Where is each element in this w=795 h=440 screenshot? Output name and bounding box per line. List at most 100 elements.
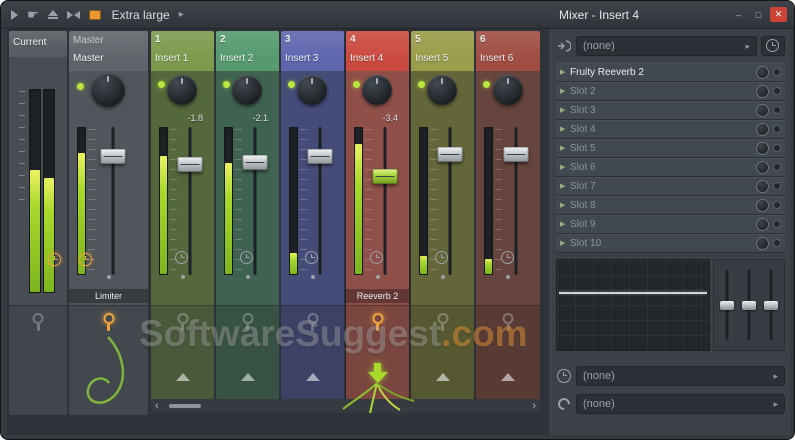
clock-icon[interactable] [305, 251, 318, 264]
fader-handle[interactable] [373, 169, 398, 184]
dock-up-arrow-icon[interactable] [436, 373, 450, 381]
fx-slot-7[interactable]: ▶ Slot 7 [556, 177, 785, 195]
eq-display[interactable] [556, 259, 785, 351]
clock-icon[interactable] [175, 251, 188, 264]
input-source-dropdown[interactable]: (none) ▸ [576, 36, 757, 56]
plugin-label[interactable]: Limiter [69, 289, 148, 303]
mute-led[interactable] [483, 81, 490, 88]
plugin-label[interactable] [476, 289, 540, 303]
slot-enable-led[interactable] [773, 239, 781, 247]
mute-led[interactable] [418, 81, 425, 88]
mixer-strip-insert-6[interactable]: 6 Insert 6 [476, 31, 540, 399]
slot-enable-led[interactable] [773, 125, 781, 133]
minimize-button[interactable]: – [730, 7, 747, 22]
slot-mix-knob[interactable] [756, 161, 769, 174]
mixer-strip-insert-4[interactable]: 4 Insert 4 -3.4 Reeverb 2 [346, 31, 409, 399]
mixer-strip-insert-5[interactable]: 5 Insert 5 [411, 31, 474, 399]
fx-slot-1[interactable]: ▶ Fruity Reeverb 2 [556, 63, 785, 81]
dock-up-arrow-icon[interactable] [241, 373, 255, 381]
dock-up-arrow-icon[interactable] [176, 373, 190, 381]
pan-knob[interactable] [427, 75, 457, 105]
fader-handle[interactable] [308, 149, 333, 164]
slot-mix-knob[interactable] [756, 180, 769, 193]
plug-icon[interactable] [103, 313, 114, 324]
plug-icon[interactable] [307, 313, 318, 324]
close-button[interactable]: ✕ [770, 7, 787, 22]
slot-enable-led[interactable] [773, 87, 781, 95]
mute-led[interactable] [288, 81, 295, 88]
mixer-scrollbar[interactable]: ‹ › [151, 399, 540, 413]
input-time-button[interactable] [761, 36, 785, 56]
slot-arrow-icon[interactable]: ▶ [560, 144, 570, 152]
pan-knob[interactable] [493, 75, 523, 105]
slot-enable-led[interactable] [773, 144, 781, 152]
slot-enable-led[interactable] [773, 163, 781, 171]
fader-track[interactable] [189, 127, 192, 275]
slot-arrow-icon[interactable]: ▶ [560, 239, 570, 247]
plug-icon[interactable] [437, 313, 448, 324]
fader-handle[interactable] [243, 155, 268, 170]
mixer-strip-insert-3[interactable]: 3 Insert 3 [281, 31, 344, 399]
fader-track[interactable] [254, 127, 257, 275]
mixer-strip-insert-1[interactable]: 1 Insert 1 -1.8 [151, 31, 214, 399]
pan-knob[interactable] [91, 73, 125, 107]
plug-icon[interactable] [372, 313, 383, 324]
auto-center-icon[interactable] [67, 7, 80, 23]
pan-knob[interactable] [297, 75, 327, 105]
fader-track[interactable] [384, 127, 387, 275]
route-icon[interactable] [556, 398, 572, 410]
fx-slot-4[interactable]: ▶ Slot 4 [556, 120, 785, 138]
fader-handle[interactable] [101, 149, 126, 164]
slot-mix-knob[interactable] [756, 237, 769, 250]
hand-tool-icon[interactable]: ☛ [27, 7, 39, 23]
mute-led[interactable] [353, 81, 360, 88]
slot-enable-led[interactable] [773, 106, 781, 114]
fader-handle[interactable] [504, 147, 529, 162]
fx-slot-5[interactable]: ▶ Slot 5 [556, 139, 785, 157]
scroll-right-icon[interactable]: › [528, 401, 540, 412]
mute-led[interactable] [158, 81, 165, 88]
dock-up-arrow-icon[interactable] [306, 373, 320, 381]
dock-up-arrow-icon[interactable] [501, 373, 515, 381]
slot-mix-knob[interactable] [756, 66, 769, 79]
plug-icon[interactable] [242, 313, 253, 324]
plugin-label[interactable] [151, 289, 214, 303]
slot-arrow-icon[interactable]: ▶ [560, 163, 570, 171]
fx-slot-10[interactable]: ▶ Slot 10 [556, 234, 785, 252]
pan-knob[interactable] [232, 75, 262, 105]
plug-icon[interactable] [177, 313, 188, 324]
slot-arrow-icon[interactable]: ▶ [560, 182, 570, 190]
plugin-label[interactable] [411, 289, 474, 303]
plugin-label[interactable] [281, 289, 344, 303]
audio-input-icon[interactable] [556, 40, 572, 52]
fader-handle[interactable] [178, 157, 203, 172]
fx-slot-8[interactable]: ▶ Slot 8 [556, 196, 785, 214]
slot-arrow-icon[interactable]: ▶ [560, 68, 570, 76]
maximize-button[interactable]: □ [750, 7, 767, 22]
slot-enable-led[interactable] [773, 220, 781, 228]
fx-slot-2[interactable]: ▶ Slot 2 [556, 82, 785, 100]
slot-mix-knob[interactable] [756, 218, 769, 231]
send-dropdown[interactable]: (none) ▸ [576, 394, 785, 414]
clock-icon[interactable] [48, 253, 61, 266]
mixer-menu-icon[interactable] [11, 7, 18, 23]
slot-mix-knob[interactable] [756, 199, 769, 212]
mixer-strip-master[interactable]: Master Master Limiter [69, 31, 148, 415]
slot-mix-knob[interactable] [756, 85, 769, 98]
detach-icon[interactable] [48, 7, 58, 23]
fader-handle[interactable] [438, 147, 463, 162]
scroll-left-icon[interactable]: ‹ [151, 401, 163, 412]
slot-mix-knob[interactable] [756, 123, 769, 136]
eq-band-low[interactable] [719, 268, 735, 342]
mixer-strip-insert-2[interactable]: 2 Insert 2 -2.1 [216, 31, 279, 399]
volume-fader[interactable] [97, 127, 129, 275]
slot-arrow-icon[interactable]: ▶ [560, 201, 570, 209]
slot-mix-knob[interactable] [756, 142, 769, 155]
slot-arrow-icon[interactable]: ▶ [560, 87, 570, 95]
mixer-size-selector[interactable]: Extra large [112, 8, 170, 22]
output-clock-icon[interactable] [556, 369, 572, 383]
mixer-strip-current[interactable]: Current [9, 31, 67, 415]
pan-knob[interactable] [362, 75, 392, 105]
clock-icon[interactable] [435, 251, 448, 264]
clock-icon[interactable] [370, 251, 383, 264]
